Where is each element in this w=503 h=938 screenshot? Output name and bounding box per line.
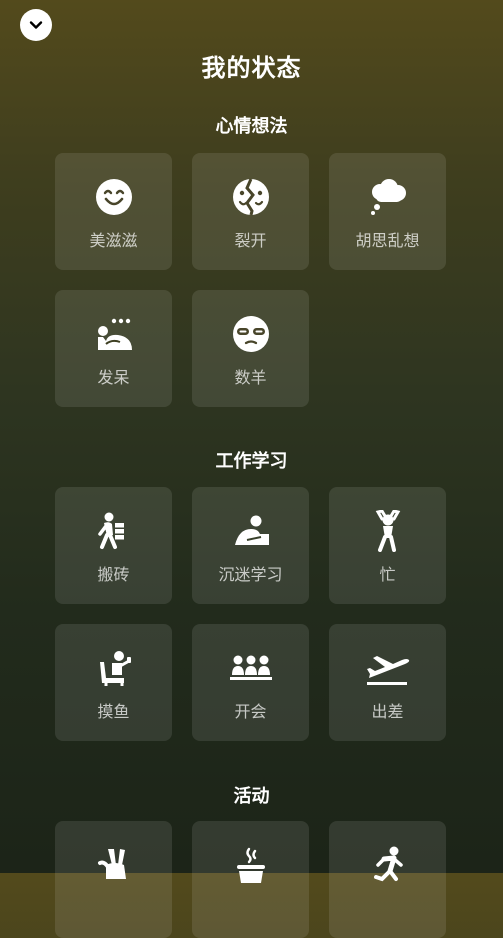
status-tile-label: 摸鱼 — [97, 702, 130, 721]
page-title: 我的状态 — [201, 54, 302, 82]
status-tile-label: 搬砖 — [97, 565, 130, 584]
status-tile-pleased[interactable]: 美滋滋 — [55, 153, 172, 270]
section-title-activities: 活动 — [233, 786, 270, 807]
section-title-mood: 心情想法 — [215, 116, 288, 137]
meeting-icon — [229, 655, 272, 680]
status-tile-label: 忙 — [379, 565, 396, 584]
chevron-down-icon — [29, 21, 43, 29]
status-tile-activity-2[interactable] — [192, 821, 309, 938]
carry-bricks-icon — [97, 512, 124, 549]
status-tile-label: 开会 — [234, 702, 267, 721]
status-tile-cracked[interactable]: 裂开 — [192, 153, 309, 270]
thought-cloud-icon — [370, 179, 406, 215]
airplane-icon — [366, 656, 409, 685]
studying-icon — [234, 515, 269, 545]
status-tile-label: 数羊 — [234, 368, 267, 387]
section-title-work-study: 工作学习 — [215, 451, 288, 472]
status-tile-label: 美滋滋 — [89, 231, 138, 250]
status-tile-label: 沉迷学习 — [218, 565, 283, 584]
status-tile-overthinking[interactable]: 胡思乱想 — [329, 153, 446, 270]
running-icon — [373, 846, 403, 882]
split-face-icon — [232, 178, 269, 216]
status-tile-grinding[interactable]: 搬砖 — [55, 487, 172, 604]
collapse-button[interactable] — [20, 9, 52, 41]
status-tile-daydream[interactable]: 发呆 — [55, 290, 172, 407]
status-tile-slacking[interactable]: 摸鱼 — [55, 624, 172, 741]
status-tile-busy[interactable]: 忙 — [329, 487, 446, 604]
daydream-icon — [97, 318, 132, 350]
sleep-mask-icon — [232, 316, 269, 352]
status-tile-label: 胡思乱想 — [355, 231, 420, 250]
slacking-icon — [99, 651, 131, 686]
status-tile-label: 发呆 — [97, 368, 130, 387]
status-tile-label: 裂开 — [234, 231, 267, 250]
peace-hand-icon — [97, 849, 126, 879]
status-tile-meeting[interactable]: 开会 — [192, 624, 309, 741]
status-tile-counting-sheep[interactable]: 数羊 — [192, 290, 309, 407]
status-tile-studying[interactable]: 沉迷学习 — [192, 487, 309, 604]
status-tile-activity-1[interactable] — [55, 821, 172, 938]
hot-drink-icon — [236, 847, 265, 883]
status-tile-label: 出差 — [371, 702, 404, 721]
busy-person-icon — [375, 510, 400, 552]
smile-icon — [95, 179, 132, 215]
status-tile-business-trip[interactable]: 出差 — [329, 624, 446, 741]
status-tile-activity-3[interactable] — [329, 821, 446, 938]
